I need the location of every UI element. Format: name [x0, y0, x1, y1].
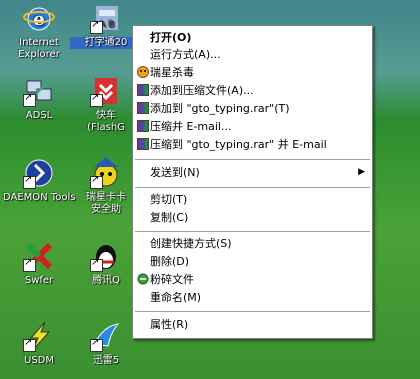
desktop-icon-usdm[interactable]: USDM	[3, 320, 75, 367]
desktop-icon-swfer[interactable]: Swfer	[3, 240, 75, 287]
thunder-icon	[90, 320, 122, 352]
shortcut-arrow-icon	[23, 174, 36, 189]
menu-item-copy[interactable]: 复制(C)	[134, 209, 371, 226]
menu-item-open[interactable]: 打开(O)	[134, 29, 371, 46]
shortcut-arrow-icon	[90, 174, 103, 189]
menu-item-label: 重命名(M)	[150, 291, 202, 304]
winrar-icon	[137, 138, 149, 150]
menu-item-compress-to-rar-email[interactable]: 压缩到 "gto_typing.rar" 并 E-mail	[134, 136, 371, 153]
usdm-lightning-icon	[23, 320, 55, 352]
menu-item-label: 粉碎文件	[150, 273, 194, 286]
menu-separator	[135, 159, 370, 161]
icon-label: Swfer	[24, 275, 54, 286]
menu-item-label: 复制(C)	[150, 211, 189, 224]
menu-separator	[135, 311, 370, 313]
shortcut-arrow-icon	[90, 19, 103, 34]
daemon-tools-icon	[23, 157, 55, 189]
menu-item-label: 属性(R)	[150, 318, 189, 331]
menu-item-add-to-rar[interactable]: 添加到 "gto_typing.rar"(T)	[134, 100, 371, 117]
menu-item-label: 添加到 "gto_typing.rar"(T)	[150, 102, 290, 115]
qq-penguin-icon	[90, 240, 122, 272]
menu-item-cut[interactable]: 剪切(T)	[134, 191, 371, 208]
menu-item-label: 压缩到 "gto_typing.rar" 并 E-mail	[150, 138, 327, 151]
menu-separator	[135, 231, 370, 233]
menu-item-rename[interactable]: 重命名(M)	[134, 289, 371, 306]
shortcut-arrow-icon	[90, 257, 103, 272]
shortcut-arrow-icon	[23, 337, 36, 352]
menu-item-label: 剪切(T)	[150, 193, 188, 206]
menu-item-label: 添加到压缩文件(A)...	[150, 84, 254, 97]
flashget-icon	[90, 75, 122, 107]
desktop-icon-daemon-tools[interactable]: DAEMON Tools	[3, 157, 75, 204]
desktop-icon-internet-explorer[interactable]: e Internet Explorer	[3, 2, 75, 61]
menu-item-label: 瑞星杀毒	[150, 66, 194, 79]
context-menu: 打开(O) 运行方式(A)... 瑞星杀毒 添加到压缩文件(A)... 添加到 …	[132, 25, 373, 339]
winrar-icon	[137, 84, 149, 96]
typing-app-icon: A B	[90, 2, 122, 34]
rising-kaka-icon	[90, 157, 122, 189]
menu-item-run-as[interactable]: 运行方式(A)...	[134, 46, 371, 63]
shortcut-arrow-icon	[90, 92, 103, 107]
menu-item-label: 发送到(N)	[150, 166, 200, 179]
menu-item-label: 创建快捷方式(S)	[150, 237, 232, 250]
network-connection-icon	[23, 75, 55, 107]
icon-label: USDM	[24, 355, 54, 366]
rising-antivirus-icon	[137, 66, 149, 78]
menu-item-add-to-archive[interactable]: 添加到压缩文件(A)...	[134, 82, 371, 99]
internet-explorer-icon: e	[23, 2, 55, 34]
winrar-icon	[137, 102, 149, 114]
shortcut-arrow-icon	[23, 257, 36, 272]
menu-item-label: 运行方式(A)...	[150, 48, 221, 61]
shred-icon	[137, 273, 149, 285]
icon-label: Internet Explorer	[18, 37, 60, 60]
menu-separator	[135, 187, 370, 189]
icon-label: ADSL	[25, 110, 53, 121]
menu-item-delete[interactable]: 删除(D)	[134, 253, 371, 270]
desktop-icon-adsl[interactable]: ADSL	[3, 75, 75, 122]
submenu-arrow-icon: ▶	[358, 167, 365, 177]
winrar-icon	[137, 120, 149, 132]
shortcut-arrow-icon	[23, 92, 36, 107]
icon-label: 迅雷5	[92, 355, 120, 366]
menu-item-label: 打开(O)	[150, 31, 192, 44]
menu-item-send-to[interactable]: 发送到(N) ▶	[134, 164, 371, 181]
swfer-icon	[23, 240, 55, 272]
menu-item-label: 压缩并 E-mail...	[150, 120, 232, 133]
menu-item-rising-scan[interactable]: 瑞星杀毒	[134, 64, 371, 81]
menu-item-shred-file[interactable]: 粉碎文件	[134, 271, 371, 288]
shortcut-arrow-icon	[90, 337, 103, 352]
menu-item-properties[interactable]: 属性(R)	[134, 316, 371, 333]
menu-item-compress-email[interactable]: 压缩并 E-mail...	[134, 118, 371, 135]
menu-item-label: 删除(D)	[150, 255, 190, 268]
icon-label: DAEMON Tools	[3, 192, 76, 203]
menu-item-create-shortcut[interactable]: 创建快捷方式(S)	[134, 235, 371, 252]
